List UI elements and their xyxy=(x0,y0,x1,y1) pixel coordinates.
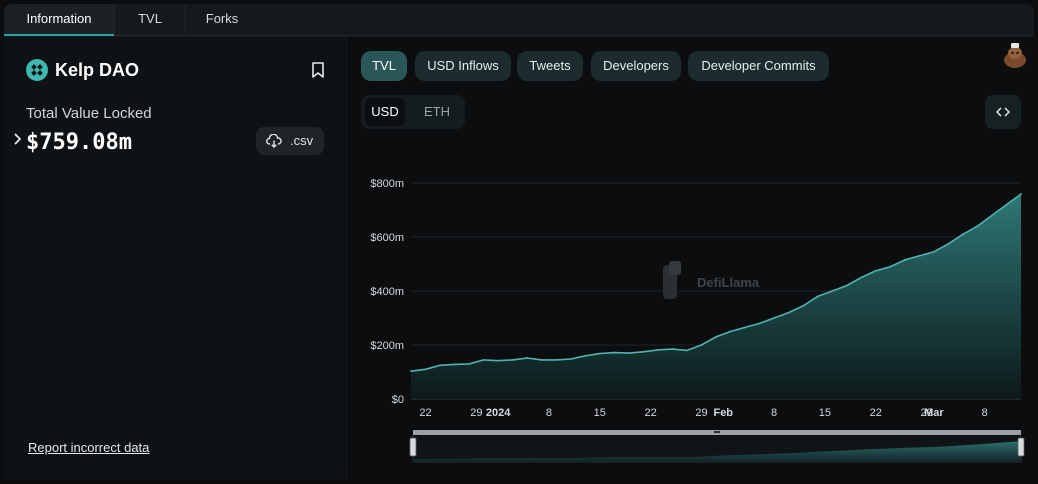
x-tick-label: 15 xyxy=(819,407,831,419)
tvl-label: Total Value Locked xyxy=(26,105,152,122)
data-point xyxy=(671,348,674,350)
data-point xyxy=(598,352,601,355)
data-point xyxy=(860,276,863,279)
data-point xyxy=(439,364,441,367)
bookmark-icon[interactable] xyxy=(311,61,325,79)
data-point xyxy=(1005,203,1008,206)
data-point xyxy=(932,250,935,253)
tvl-area-series xyxy=(410,193,1022,399)
data-point xyxy=(686,349,688,352)
y-tick-label: $600m xyxy=(370,232,404,244)
data-point xyxy=(918,255,921,257)
tvl-area-fill xyxy=(411,194,1021,399)
x-tick-label: Feb xyxy=(713,407,733,419)
data-point xyxy=(424,368,427,371)
data-point xyxy=(526,357,529,359)
x-tick-label: 22 xyxy=(645,407,657,419)
tvl-area-chart: $0 $200m $400m $600m $800m DefiLlama 22 29 202… xyxy=(370,178,1025,463)
data-point xyxy=(642,350,645,353)
x-tick-label: 8 xyxy=(546,407,552,419)
x-tick-label: 22 xyxy=(870,407,882,419)
chart-panel: TVL USD Inflows Tweets Developers Develo… xyxy=(347,37,1034,480)
data-point xyxy=(729,330,732,333)
data-point xyxy=(991,214,993,217)
data-point xyxy=(744,326,746,329)
data-point xyxy=(453,363,456,366)
data-point xyxy=(889,265,892,268)
data-point xyxy=(845,284,848,287)
defillama-watermark: DefiLlama xyxy=(663,261,760,299)
data-point xyxy=(787,311,790,314)
data-point xyxy=(976,225,979,228)
data-point xyxy=(540,358,543,361)
tab-tvl[interactable]: TVL xyxy=(115,4,185,36)
protocol-name: Kelp DAO xyxy=(55,60,140,80)
y-axis: $0 $200m $400m $600m $800m xyxy=(370,178,404,406)
data-point xyxy=(758,322,761,325)
x-tick-label: 22 xyxy=(419,407,431,419)
data-point xyxy=(555,358,558,361)
y-tick-label: $200m xyxy=(370,340,404,352)
section-tabbar: Information TVL Forks xyxy=(4,4,1034,36)
download-csv-button[interactable]: .csv xyxy=(256,127,324,155)
slider-grip-icon xyxy=(714,431,720,433)
data-point xyxy=(613,351,616,354)
slider-handle-right[interactable] xyxy=(1017,437,1025,457)
data-point xyxy=(700,344,703,346)
x-tick-label: 2024 xyxy=(486,407,511,419)
x-tick-label: 8 xyxy=(982,407,988,419)
data-point xyxy=(831,290,834,292)
x-tick-label: 29 xyxy=(470,407,482,419)
report-incorrect-data-link[interactable]: Report incorrect data xyxy=(28,440,149,455)
time-range-slider[interactable] xyxy=(409,430,1025,463)
data-point xyxy=(962,233,964,236)
y-tick-label: $0 xyxy=(392,394,404,406)
kelp-logo-icon xyxy=(26,59,48,81)
data-point xyxy=(657,348,659,351)
x-axis: 22 29 2024 8 15 22 29 Feb 8 15 22 29Mar 8 xyxy=(419,407,987,419)
data-point xyxy=(802,304,805,307)
data-point xyxy=(816,295,819,298)
y-tick-label: $400m xyxy=(370,286,404,298)
y-tick-label: $800m xyxy=(370,178,404,190)
x-tick-label: 15 xyxy=(594,407,606,419)
data-point xyxy=(773,317,775,319)
data-point xyxy=(947,242,950,245)
x-tick-label: 29 xyxy=(695,407,707,419)
data-point xyxy=(482,358,485,361)
data-point xyxy=(410,370,412,373)
csv-label: .csv xyxy=(290,133,314,148)
data-point xyxy=(627,352,630,354)
tvl-value: $759.08m xyxy=(26,130,132,155)
slider-handle-left[interactable] xyxy=(409,437,417,457)
data-point xyxy=(903,259,906,261)
protocol-info-panel: Kelp DAO Total Value Locked $759.08m .cs… xyxy=(4,37,346,480)
data-point xyxy=(874,269,877,272)
watermark-text: DefiLlama xyxy=(697,275,760,290)
data-point xyxy=(1020,193,1022,195)
data-point xyxy=(497,359,500,362)
x-tick-label: Mar xyxy=(924,407,944,419)
data-point xyxy=(584,354,587,357)
data-point xyxy=(715,336,717,338)
tab-forks[interactable]: Forks xyxy=(186,4,258,36)
data-point xyxy=(511,358,514,361)
data-point xyxy=(468,363,470,365)
cloud-download-icon xyxy=(266,134,282,148)
app-frame: Information TVL Forks Kelp DAO Total Val… xyxy=(4,4,1034,480)
chevron-right-icon[interactable] xyxy=(12,131,24,147)
x-tick-label: 8 xyxy=(771,407,777,419)
tab-information[interactable]: Information xyxy=(4,4,114,36)
data-point xyxy=(569,358,572,360)
